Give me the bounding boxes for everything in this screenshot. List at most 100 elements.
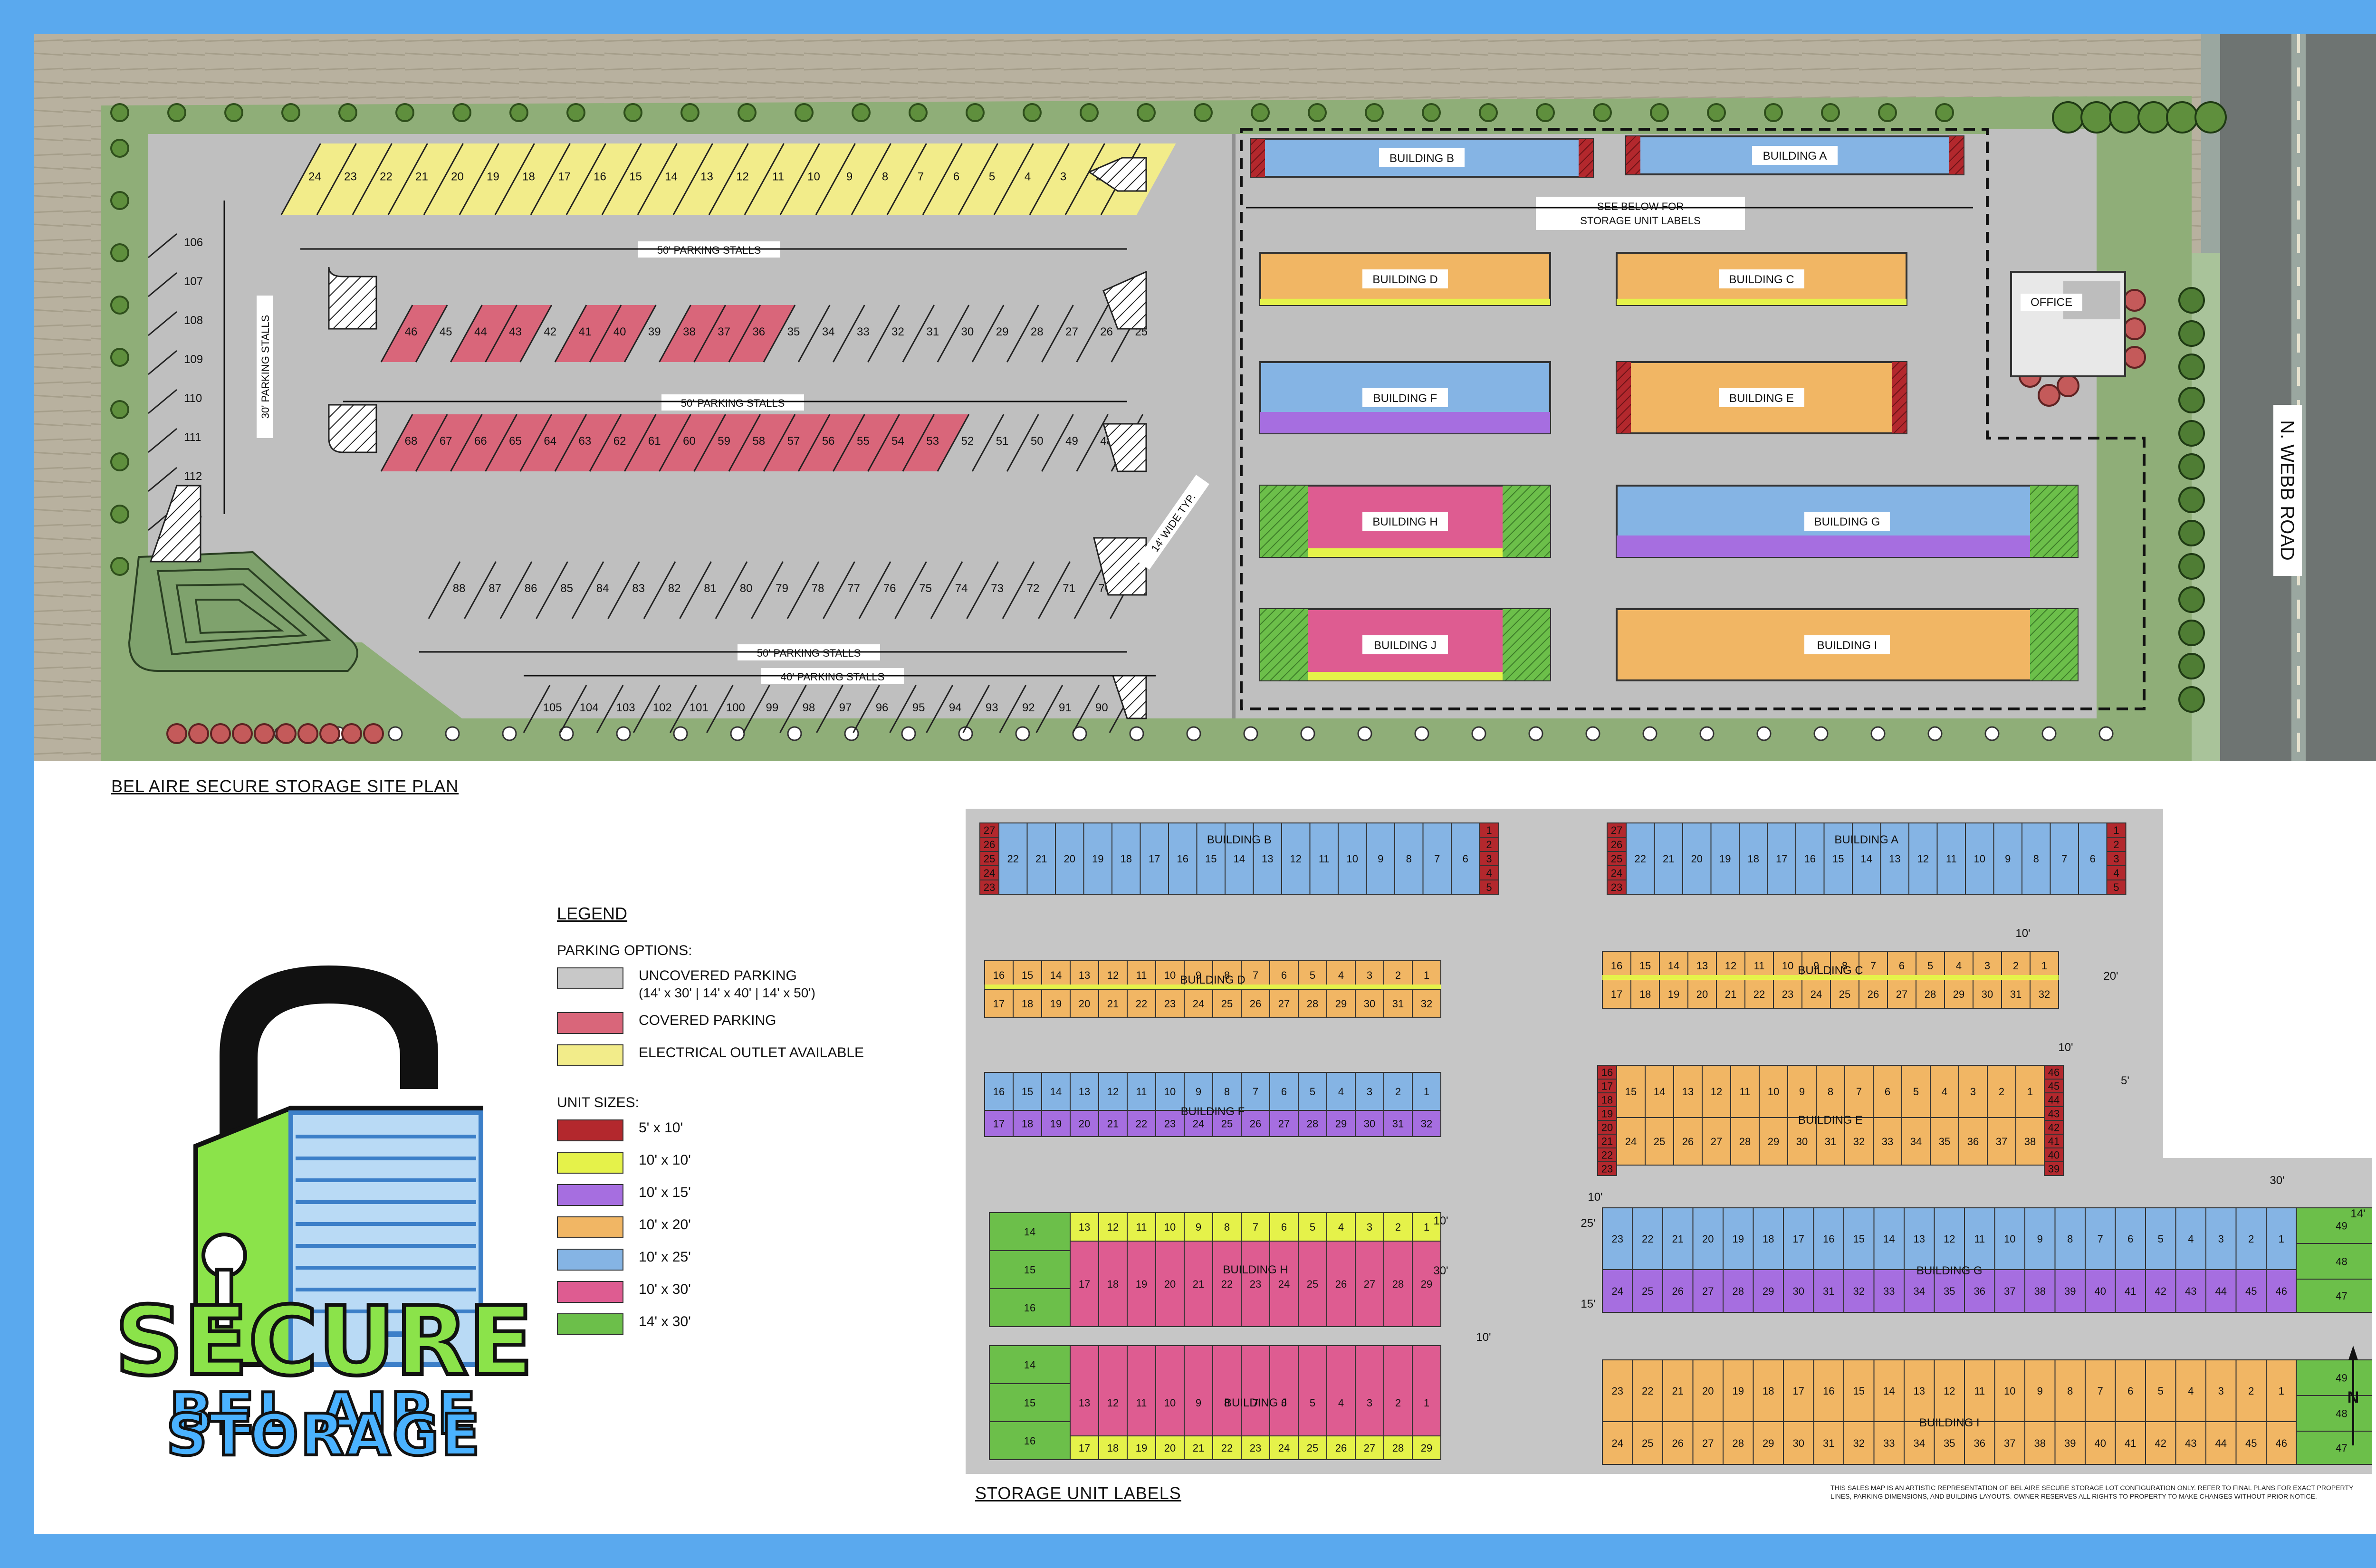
unit-dim-label: 30' xyxy=(2270,1174,2284,1187)
stall-number: 52 xyxy=(961,435,974,448)
unit-number: 30 xyxy=(1793,1285,1804,1297)
unit-number: 29 xyxy=(1335,998,1347,1010)
unit-number: 17 xyxy=(1601,1080,1613,1092)
unit-number: 12 xyxy=(1107,969,1119,981)
unit-number: 14 xyxy=(1654,1086,1665,1098)
unit-number: 12 xyxy=(1944,1385,1955,1397)
unit-number: 18 xyxy=(1121,853,1132,865)
unit-number: 33 xyxy=(1883,1437,1895,1449)
unit-number: 31 xyxy=(1825,1136,1836,1147)
unit-number: 13 xyxy=(1079,1397,1090,1409)
unit-number: 27 xyxy=(1896,988,1907,1000)
unit-number: 14 xyxy=(1234,853,1245,865)
stall-number: 55 xyxy=(857,435,870,448)
unit-number: 15 xyxy=(1832,853,1844,865)
stall-number: 56 xyxy=(822,435,835,448)
unit-number: 6 xyxy=(1899,960,1905,972)
unit-number: 32 xyxy=(1421,1118,1432,1130)
unit-number: 2 xyxy=(1486,839,1492,851)
stall-number: 44 xyxy=(474,325,487,338)
stall-number: 96 xyxy=(876,701,889,714)
unit-number: 3 xyxy=(1984,960,1990,972)
unit-number: 13 xyxy=(1889,853,1900,865)
unit-number: 46 xyxy=(2276,1437,2287,1449)
unit-number: 7 xyxy=(2098,1233,2103,1245)
unit-number: 9 xyxy=(1196,1086,1201,1098)
unit-number: 4 xyxy=(1338,1221,1344,1233)
unit-building-label: BUILDING F xyxy=(1181,1105,1245,1118)
unit-number: 31 xyxy=(1823,1437,1834,1449)
unit-number: 1 xyxy=(1424,1397,1429,1409)
unit-number: 4 xyxy=(2188,1385,2194,1397)
stall-number: 19 xyxy=(487,171,499,183)
unit-number: 27 xyxy=(984,824,995,836)
unit-number: 16 xyxy=(1024,1302,1035,1314)
unit-number: 24 xyxy=(1811,988,1822,1000)
stall-number: 68 xyxy=(405,435,418,448)
unit-number: 13 xyxy=(1079,1086,1090,1098)
unit-number: 26 xyxy=(1250,998,1261,1010)
unit-number: 32 xyxy=(1853,1285,1865,1297)
unit-number: 2 xyxy=(1395,1221,1401,1233)
unit-number: 18 xyxy=(1022,1118,1033,1130)
unit-number: 32 xyxy=(1853,1136,1865,1147)
unit-number: 16 xyxy=(1024,1435,1035,1447)
unit-number: 4 xyxy=(1338,1086,1344,1098)
unit-number: 7 xyxy=(1253,1086,1258,1098)
unit-number: 11 xyxy=(1754,960,1765,972)
stall-number: 98 xyxy=(803,701,815,714)
unit-number: 26 xyxy=(1335,1442,1347,1454)
stall-number: 76 xyxy=(883,582,896,595)
unit-number: 29 xyxy=(1763,1285,1774,1297)
unit-number: 22 xyxy=(1136,1118,1147,1130)
unit-number: 15 xyxy=(1022,969,1033,981)
stall-number: 6 xyxy=(953,171,959,183)
unit-number: 13 xyxy=(1682,1086,1694,1098)
unit-number: 43 xyxy=(2048,1108,2060,1120)
unit-number: 18 xyxy=(1601,1094,1613,1106)
unit-number: 5 xyxy=(1927,960,1933,972)
unit-number: 28 xyxy=(1739,1136,1751,1147)
unit-number: 42 xyxy=(2155,1437,2166,1449)
unit-number: 6 xyxy=(2127,1385,2133,1397)
unit-number: 7 xyxy=(1253,1221,1258,1233)
stall-number: 62 xyxy=(613,435,626,448)
unit-number: 11 xyxy=(1319,853,1330,865)
stall-number: 11 xyxy=(772,171,784,183)
stall-number: 37 xyxy=(718,325,730,338)
unit-number: 9 xyxy=(2037,1233,2043,1245)
legend: LEGEND PARKING OPTIONS: UNCOVERED PARKIN… xyxy=(557,904,975,1346)
stall-number: 35 xyxy=(787,325,800,338)
north-label: N xyxy=(2347,1388,2359,1406)
unit-number: 33 xyxy=(1883,1285,1895,1297)
swatch-size-0 xyxy=(557,1119,623,1141)
road-label: N. WEBB ROAD xyxy=(2277,420,2298,561)
unit-number: 45 xyxy=(2048,1080,2060,1092)
unit-number: 10 xyxy=(2004,1233,2015,1245)
aerial-building-label: BUILDING E xyxy=(1729,392,1794,405)
unit-number: 46 xyxy=(2048,1067,2060,1079)
stall-number: 34 xyxy=(822,325,835,338)
unit-number: 18 xyxy=(1107,1442,1119,1454)
stall-number: 41 xyxy=(579,325,592,338)
unit-number: 48 xyxy=(2336,1256,2347,1268)
unit-number: 24 xyxy=(984,867,995,879)
stall-number: 46 xyxy=(405,325,418,338)
unit-number: 2 xyxy=(2248,1233,2254,1245)
unit-number: 12 xyxy=(1107,1221,1119,1233)
stall-number: 45 xyxy=(440,325,452,338)
unit-number: 23 xyxy=(1601,1163,1613,1175)
unit-number: 1 xyxy=(2279,1385,2284,1397)
unit-number: 43 xyxy=(2185,1437,2196,1449)
stall-number: 67 xyxy=(440,435,452,448)
unit-number: 3 xyxy=(1486,853,1492,865)
stall-number: 15 xyxy=(629,171,642,183)
unit-number: 16 xyxy=(1177,853,1188,865)
stall-number: 3 xyxy=(1060,171,1066,183)
swatch-uncovered xyxy=(557,967,623,989)
unit-number: 9 xyxy=(1378,853,1383,865)
unit-number: 22 xyxy=(1642,1385,1653,1397)
unit-number: 23 xyxy=(1612,1385,1623,1397)
stall-number: 75 xyxy=(919,582,932,595)
aerial-building-label: BUILDING I xyxy=(1817,639,1878,652)
